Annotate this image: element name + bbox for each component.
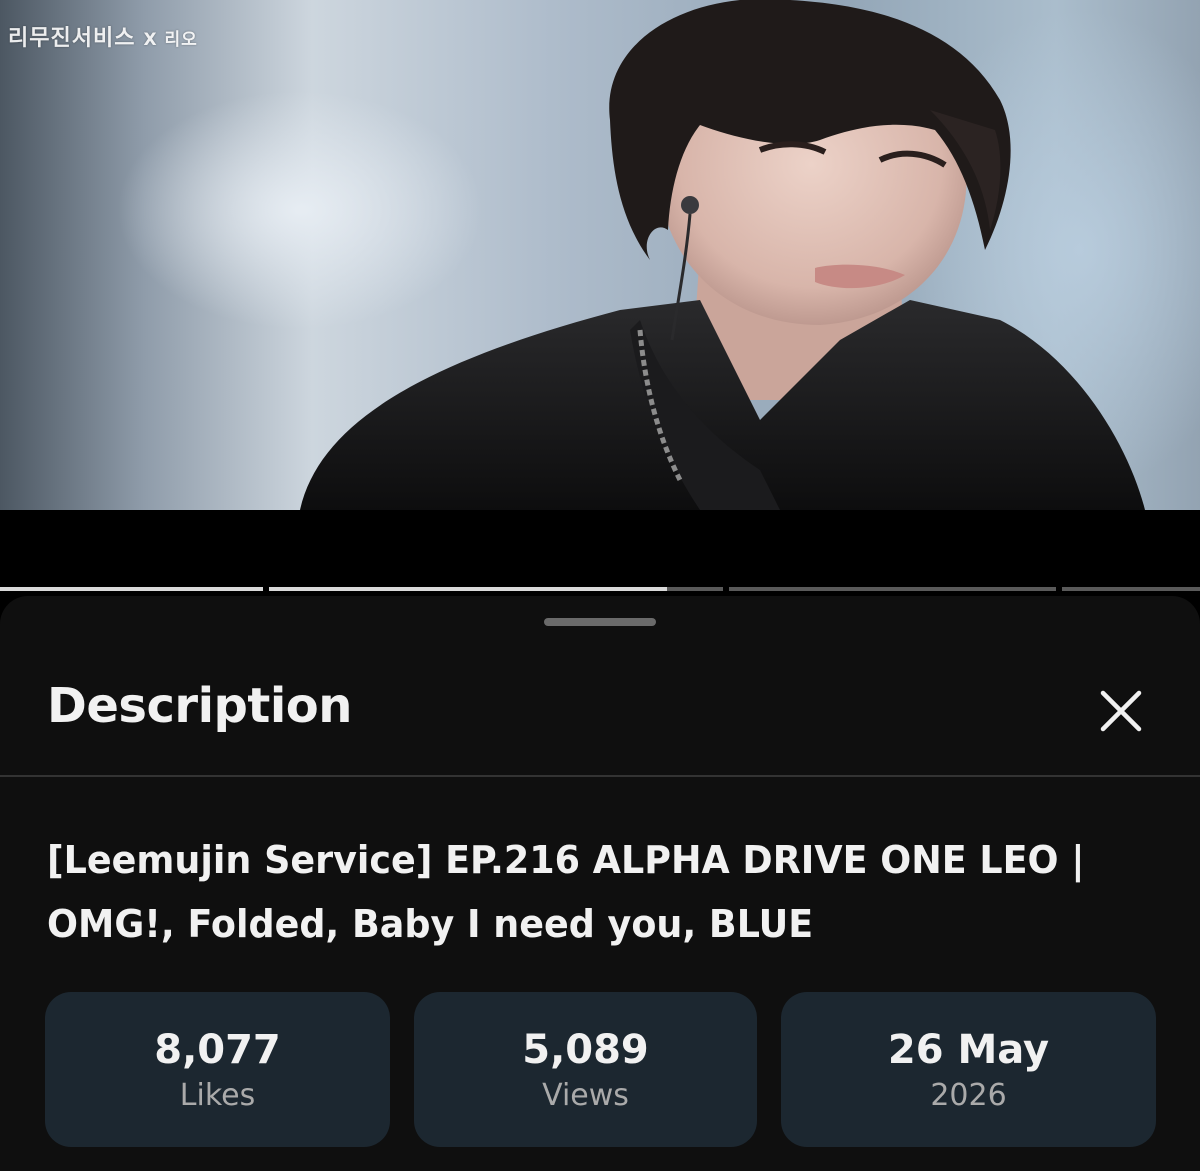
- chapter-segment-4[interactable]: [1062, 587, 1200, 591]
- likes-stat: 8,077 Likes: [45, 992, 390, 1147]
- video-title: [Leemujin Service] EP.216 ALPHA DRIVE ON…: [47, 838, 1085, 946]
- chapter-segment-2[interactable]: [269, 587, 723, 591]
- chapter-segment-1[interactable]: [0, 587, 263, 591]
- description-sheet: Description [Leemujin Service] EP.216 AL…: [0, 596, 1200, 1171]
- video-player[interactable]: 리무진서비스 X 리오: [0, 0, 1200, 510]
- views-count: 5,089: [522, 1026, 649, 1073]
- likes-label: Likes: [179, 1077, 256, 1113]
- video-letterbox: [0, 510, 1200, 585]
- upload-date-year: 2026: [930, 1077, 1007, 1113]
- channel-watermark: 리무진서비스 X 리오: [8, 20, 198, 52]
- views-stat: 5,089 Views: [414, 992, 757, 1147]
- views-label: Views: [542, 1077, 629, 1113]
- upload-date-day: 26 May: [887, 1026, 1050, 1073]
- chapter-progress-fill: [0, 587, 263, 591]
- chapter-progress-fill: [269, 587, 667, 591]
- sheet-drag-handle[interactable]: [544, 618, 656, 626]
- video-frame-image: [300, 0, 1145, 510]
- likes-count: 8,077: [154, 1026, 281, 1073]
- sheet-title: Description: [47, 678, 352, 734]
- watermark-subtext: X 리오: [143, 30, 198, 50]
- close-button[interactable]: [1090, 680, 1152, 742]
- video-progress-bar[interactable]: [0, 585, 1200, 593]
- close-icon: [1100, 690, 1142, 732]
- chapter-segment-3[interactable]: [729, 587, 1056, 591]
- upload-date-stat: 26 May 2026: [781, 992, 1156, 1147]
- divider: [0, 775, 1200, 777]
- watermark-text: 리무진서비스: [8, 26, 136, 51]
